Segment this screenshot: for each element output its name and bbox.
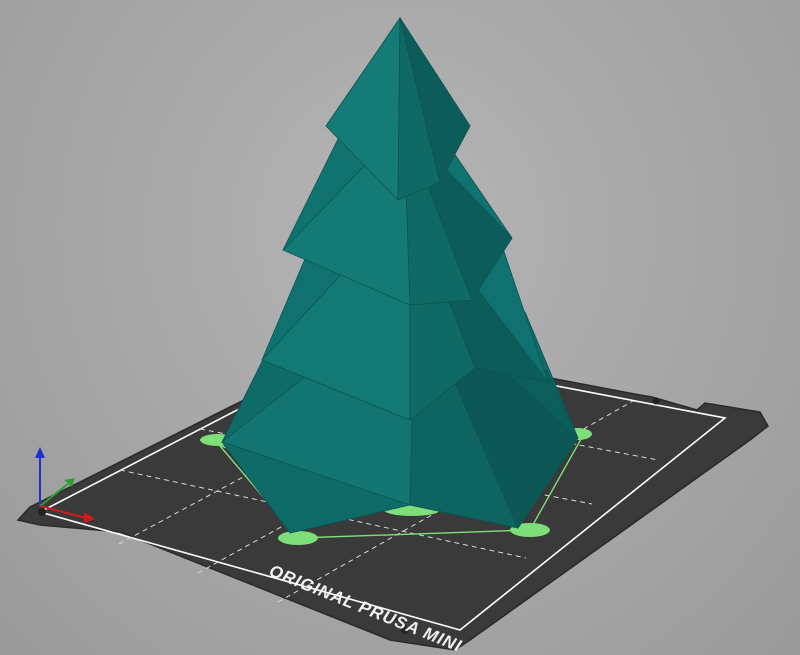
tree-model[interactable] [221,16,579,534]
z-axis-arrow [35,447,45,458]
scene: ORIGINAL PRUSA MINI [16,16,769,655]
bed-hole [38,508,46,516]
3d-viewport[interactable]: ORIGINAL PRUSA MINI [0,0,800,655]
bed-hole [652,397,660,405]
